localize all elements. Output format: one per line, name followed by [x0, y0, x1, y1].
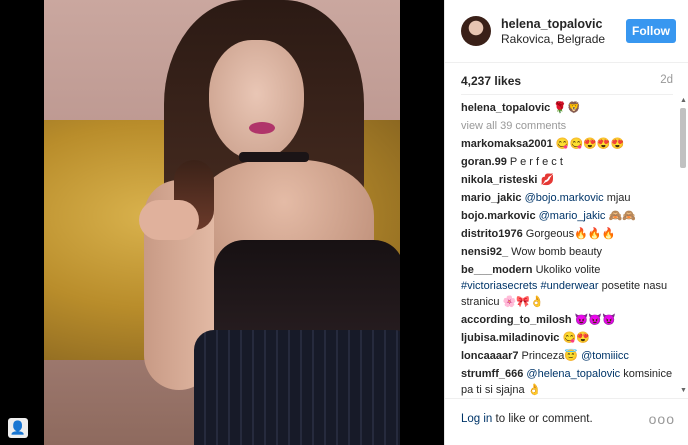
comment-user[interactable]: according_to_milosh [461, 314, 572, 326]
post-age[interactable]: 2d [660, 74, 673, 86]
choker [239, 152, 309, 162]
login-prompt: Log in to like or comment. [461, 413, 593, 425]
caption-user[interactable]: helena_topalovic [461, 102, 550, 114]
comment-text: 😋😋😍😍😍 [552, 138, 625, 150]
comments-list: helena_topalovic 🌹🦁 view all 39 comments… [461, 100, 673, 400]
caption: helena_topalovic 🌹🦁 [461, 100, 673, 116]
comment-user[interactable]: nensi92_ [461, 246, 508, 258]
comment-text: 🙈🙈 [605, 210, 636, 222]
comment-text: Wow bomb beauty [508, 246, 603, 258]
avatar[interactable] [461, 16, 491, 46]
comment-text: Princeza😇 [518, 350, 582, 362]
post-sidebar: helena_topalovic Rakovica, Belgrade Foll… [444, 0, 688, 445]
username[interactable]: helena_topalovic [501, 17, 602, 31]
comment-user[interactable]: goran.99 [461, 156, 507, 168]
scroll-up-icon[interactable]: ▲ [680, 97, 687, 104]
post-footer: Log in to like or comment. ooo [445, 398, 688, 445]
comment: nensi92_ Wow bomb beauty [461, 244, 673, 260]
location[interactable]: Rakovica, Belgrade [501, 32, 605, 46]
mention[interactable]: @helena_topalovic [526, 368, 620, 380]
login-link[interactable]: Log in [461, 413, 492, 425]
face [209, 40, 304, 160]
comment-user[interactable]: ljubisa.miladinovic [461, 332, 559, 344]
comment-text: 😈😈😈 [571, 314, 616, 326]
comment: strumff_666 @helena_topalovic komsinice … [461, 366, 673, 398]
comment-text: mjau [603, 192, 631, 204]
lips [249, 122, 275, 134]
comment: markomaksa2001 😋😋😍😍😍 [461, 136, 673, 152]
login-text: to like or comment. [492, 413, 593, 425]
mention[interactable]: @mario_jakic [539, 210, 606, 222]
likes-count[interactable]: 4,237 likes [461, 74, 521, 88]
comment-text: Ukoliko volite [532, 264, 601, 276]
comment-text: Gorgeous🔥🔥🔥 [522, 228, 616, 240]
comment-text: 💋 [537, 174, 555, 186]
scroll-down-icon[interactable]: ▼ [680, 387, 687, 394]
comment-text: 😋😍 [559, 332, 590, 344]
comment: loncaaaar7 Princeza😇 @tomiiicc [461, 348, 673, 364]
hand [139, 200, 199, 240]
comment-user[interactable]: distrito1976 [461, 228, 523, 240]
comment-user[interactable]: mario_jakic [461, 192, 522, 204]
comment-user[interactable]: markomaksa2001 [461, 138, 553, 150]
comment-user[interactable]: strumff_666 [461, 368, 523, 380]
photo-pane: 👤 [0, 0, 444, 445]
follow-button[interactable]: Follow [626, 19, 676, 43]
comment-user[interactable]: loncaaaar7 [461, 350, 518, 362]
caption-text: 🌹🦁 [553, 102, 581, 114]
profile-icon[interactable]: 👤 [8, 418, 28, 438]
mention[interactable]: @bojo.markovic [525, 192, 604, 204]
pants [194, 330, 400, 445]
post-photo[interactable] [44, 0, 400, 445]
comment: distrito1976 Gorgeous🔥🔥🔥 [461, 226, 673, 242]
comment: according_to_milosh 😈😈😈 [461, 312, 673, 328]
comment-user[interactable]: be___modern [461, 264, 533, 276]
comment-user[interactable]: nikola_risteski [461, 174, 537, 186]
post-header: helena_topalovic Rakovica, Belgrade Foll… [445, 0, 688, 63]
comment: ljubisa.miladinovic 😋😍 [461, 330, 673, 346]
comment: be___modern Ukoliko volite #victoriasecr… [461, 262, 673, 310]
comment: goran.99 P e r f e c t [461, 154, 673, 170]
divider [461, 94, 673, 95]
comment: nikola_risteski 💋 [461, 172, 673, 188]
comment: mario_jakic @bojo.markovic mjau [461, 190, 673, 206]
comment-text: P e r f e c t [506, 156, 563, 168]
hashtags[interactable]: #victoriasecrets #underwear [461, 280, 599, 292]
mention[interactable]: @tomiiicc [581, 350, 629, 362]
comment-user[interactable]: bojo.markovic [461, 210, 536, 222]
view-all-comments[interactable]: view all 39 comments [461, 118, 673, 134]
comments-scrollbar[interactable]: ▲ ▼ [680, 97, 687, 394]
scroll-thumb[interactable] [680, 108, 686, 168]
comment: bojo.markovic @mario_jakic 🙈🙈 [461, 208, 673, 224]
more-options-icon[interactable]: ooo [649, 411, 675, 427]
